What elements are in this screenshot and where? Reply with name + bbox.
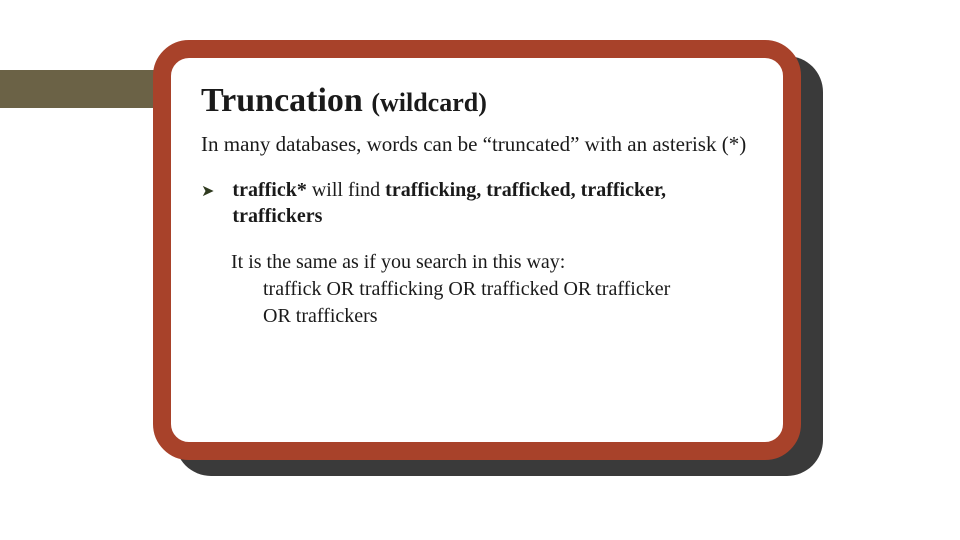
slide: Truncation (wildcard) In many databases,… [0,0,960,540]
bullet-middle: will find [307,179,385,201]
explain-block: It is the same as if you search in this … [231,249,753,330]
title-sub: (wildcard) [371,88,487,117]
explain-line-2: traffick OR trafficking OR trafficked OR… [263,276,753,303]
content-card: Truncation (wildcard) In many databases,… [153,40,801,460]
bullet-term: traffick* [232,179,306,201]
intro-paragraph: In many databases, words can be “truncat… [201,131,753,158]
slide-title: Truncation (wildcard) [201,82,753,119]
explain-line-3: OR traffickers [263,303,753,330]
bullet-arrow-icon: ➤ [201,181,214,201]
title-main: Truncation [201,82,363,119]
explain-line-1: It is the same as if you search in this … [231,249,753,276]
bullet-row: ➤ traffick* will find trafficking, traff… [201,177,753,229]
bullet-text: traffick* will find trafficking, traffic… [232,177,753,229]
connector-bar [0,70,175,108]
